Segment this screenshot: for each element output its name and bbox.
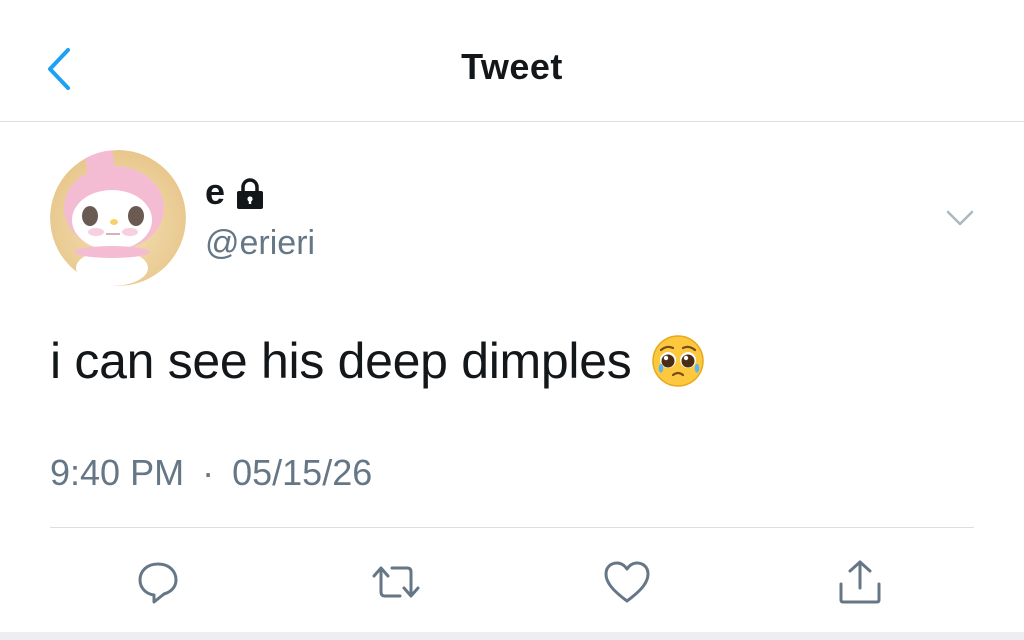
username[interactable]: @erieri — [205, 224, 315, 263]
retweet-icon — [372, 566, 420, 598]
nav-header: Tweet — [0, 0, 1024, 122]
display-name-text: e — [205, 171, 226, 212]
like-button[interactable] — [599, 554, 655, 610]
display-name[interactable]: e — [205, 172, 265, 212]
tweet-text: i can see his deep dimples — [50, 332, 705, 390]
tweet-time: 9:40 PM — [50, 452, 185, 493]
reply-button[interactable] — [130, 554, 186, 610]
lock-icon — [237, 178, 264, 209]
heart-icon — [604, 561, 650, 603]
meta-separator: · — [202, 452, 215, 493]
tweet-timestamp: 9:40 PM · 05/15/26 — [50, 452, 372, 494]
retweet-button[interactable] — [368, 554, 424, 610]
share-icon — [839, 560, 881, 604]
avatar[interactable] — [50, 150, 186, 286]
more-options-button[interactable] — [942, 204, 978, 232]
tweet-date: 05/15/26 — [232, 452, 373, 493]
tweet-text-content: i can see his deep dimples — [50, 333, 632, 389]
tweet-detail-screen: Tweet e @erieri i can see his deep dimpl… — [0, 0, 1024, 640]
page-title: Tweet — [461, 46, 563, 87]
pleading-face-emoji-icon — [652, 335, 705, 387]
share-button[interactable] — [832, 554, 888, 610]
chevron-down-icon — [946, 210, 974, 226]
avatar-image — [50, 150, 186, 286]
bottom-bar — [0, 632, 1024, 640]
divider — [50, 527, 974, 528]
speech-bubble-icon — [138, 562, 178, 604]
